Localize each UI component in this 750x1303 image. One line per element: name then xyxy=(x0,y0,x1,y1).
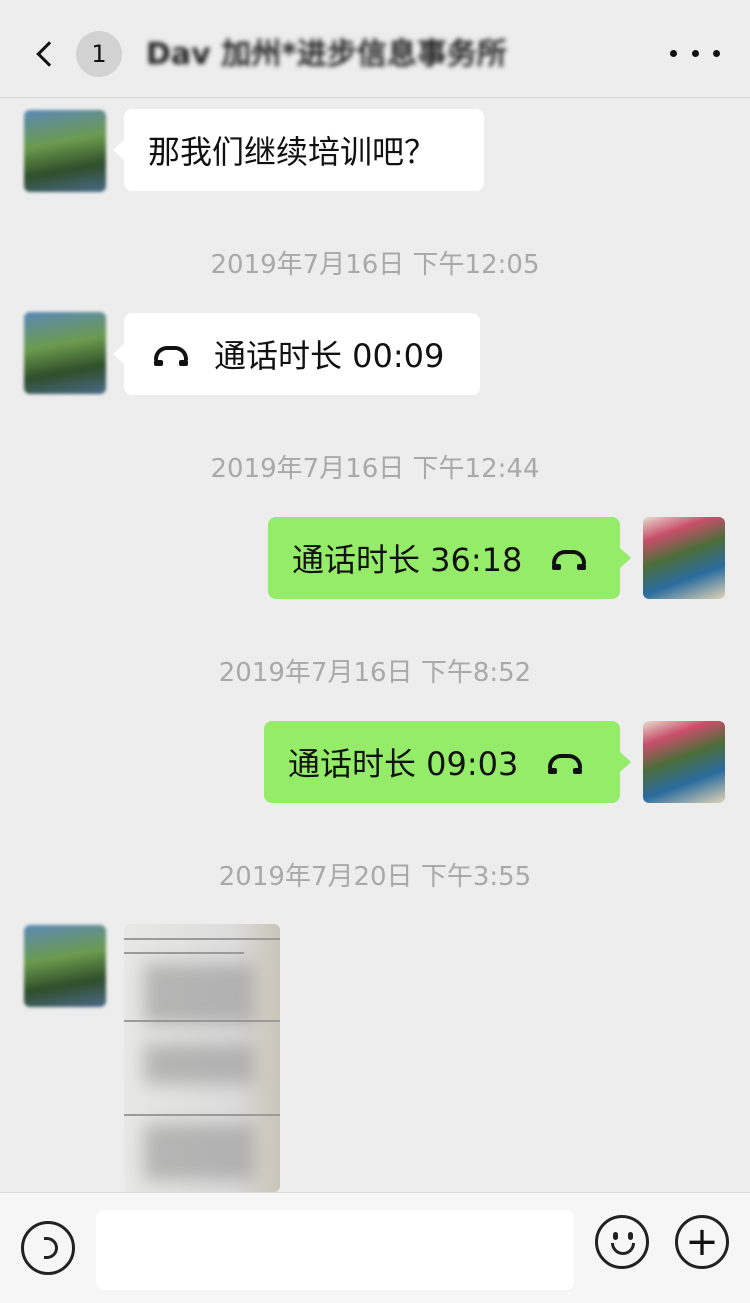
voice-icon xyxy=(44,1237,58,1259)
contact-avatar[interactable] xyxy=(24,110,106,192)
user-avatar[interactable] xyxy=(643,517,725,599)
redacted-area xyxy=(144,1044,254,1084)
outgoing-call-bubble[interactable]: 通话时长 36:18 xyxy=(268,517,631,599)
emoji-icon xyxy=(598,1218,646,1266)
input-bar: + xyxy=(0,1192,750,1303)
timestamp: 2019年7月16日 下午12:05 xyxy=(210,250,540,280)
call-duration-text: 通话时长 09:03 xyxy=(288,745,519,783)
chat-title: Dav 加州*进步信息事务所 xyxy=(146,37,507,72)
unread-count-badge: 1 xyxy=(76,31,122,77)
phone-icon xyxy=(154,346,188,366)
redacted-area xyxy=(144,1124,254,1180)
message-input[interactable] xyxy=(96,1210,574,1290)
timestamp: 2019年7月16日 下午8:52 xyxy=(218,658,532,688)
incoming-call-bubble[interactable]: 通话时长 00:09 xyxy=(113,313,480,395)
emoji-button[interactable] xyxy=(595,1215,649,1269)
document-line xyxy=(124,938,280,940)
contact-avatar[interactable] xyxy=(24,312,106,394)
user-avatar[interactable] xyxy=(643,721,725,803)
call-duration-text: 通话时长 00:09 xyxy=(214,337,445,375)
voice-input-button[interactable] xyxy=(21,1221,75,1275)
dot-icon xyxy=(713,49,720,57)
outgoing-call-bubble[interactable]: 通话时长 09:03 xyxy=(264,721,631,803)
plus-icon: + xyxy=(685,1219,719,1265)
image-message[interactable] xyxy=(124,924,280,1192)
document-line xyxy=(124,1114,280,1116)
plus-button[interactable]: + xyxy=(675,1215,729,1269)
message-text: 那我们继续培训吧？ xyxy=(148,133,437,171)
timestamp: 2019年7月20日 下午3:55 xyxy=(218,862,532,892)
more-options-button[interactable] xyxy=(670,38,720,68)
redacted-area xyxy=(144,964,254,1024)
document-line xyxy=(124,952,244,954)
phone-icon xyxy=(548,754,583,774)
contact-avatar[interactable] xyxy=(24,925,106,1007)
chevron-left-icon xyxy=(36,41,62,67)
chat-header: 1 Dav 加州*进步信息事务所 xyxy=(0,0,750,98)
dot-icon xyxy=(670,49,677,57)
back-button[interactable]: 1 xyxy=(26,26,122,82)
incoming-message-bubble[interactable]: 那我们继续培训吧？ xyxy=(113,109,484,191)
phone-icon xyxy=(552,550,587,570)
timestamp: 2019年7月16日 下午12:44 xyxy=(210,454,540,484)
call-duration-text: 通话时长 36:18 xyxy=(292,541,523,579)
dot-icon xyxy=(691,49,699,57)
